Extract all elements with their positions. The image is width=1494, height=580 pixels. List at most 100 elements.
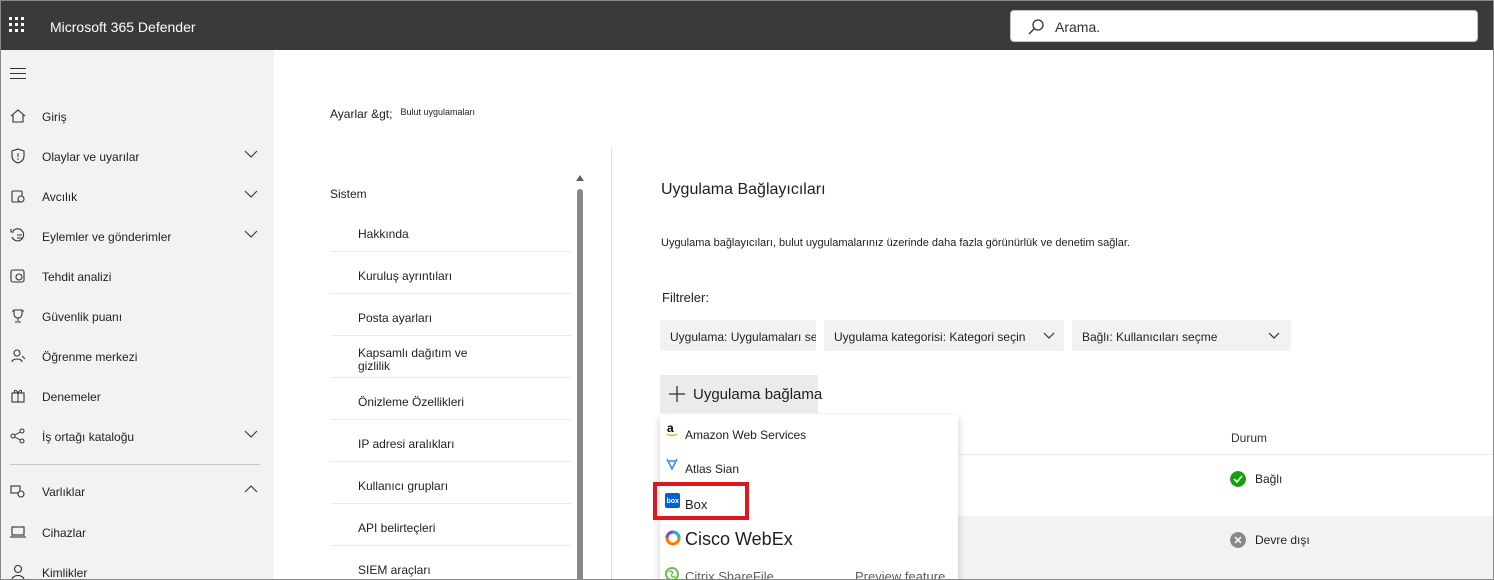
sidebar: Giriş Olaylar ve uyarılar Avcılık Eyleml… <box>1 50 274 580</box>
chevron-down-icon[interactable] <box>244 427 258 441</box>
breadcrumb: Ayarlar &gt; Bulut uygulamaları <box>330 107 475 121</box>
sidebar-item-identities[interactable]: Kimlikler <box>1 555 274 580</box>
svg-text:a: a <box>667 422 674 435</box>
plus-icon <box>669 386 685 402</box>
sidebar-divider <box>10 464 260 465</box>
chevron-down-icon <box>1268 332 1280 339</box>
filter-label: Uygulama kategorisi: Kategori seçin <box>834 330 1026 344</box>
filter-app[interactable]: Uygulama: Uygulamaları seçme <box>660 320 816 351</box>
sidebar-item-home[interactable]: Giriş <box>1 99 274 135</box>
settings-section-title: Sistem <box>330 187 367 201</box>
sidebar-item-actions[interactable]: Eylemler ve gönderimler <box>1 219 274 255</box>
sidebar-item-label: Olaylar ve uyarılar <box>42 150 140 164</box>
search-icon <box>1028 19 1044 35</box>
settings-nav-item[interactable]: Hakkında <box>330 210 572 252</box>
menu-item-label: Citrix ShareFile <box>685 569 774 580</box>
sidebar-item-incidents[interactable]: Olaylar ve uyarılar <box>1 139 274 175</box>
search-placeholder: Arama. <box>1055 19 1101 35</box>
chevron-up-icon[interactable] <box>244 482 258 496</box>
breadcrumb-current: Bulut uygulamaları <box>400 107 476 117</box>
sidebar-item-label: Denemeler <box>42 390 101 404</box>
check-circle-icon <box>1230 471 1246 487</box>
breadcrumb-root[interactable]: Ayarlar &gt; <box>330 107 392 121</box>
assets-icon <box>10 485 25 498</box>
sharefile-icon <box>665 567 679 579</box>
sidebar-item-label: Varlıklar <box>42 485 86 499</box>
settings-nav-item[interactable]: Önizleme Özellikleri <box>330 378 572 420</box>
preview-badge: Preview feature <box>855 569 946 580</box>
filter-connected[interactable]: Bağlı: Kullanıcıları seçme <box>1072 320 1291 351</box>
settings-nav-item[interactable]: Kapsamlı dağıtım ve gizlilik <box>330 336 572 378</box>
settings-nav-item[interactable]: IP adresi aralıkları <box>330 420 572 462</box>
settings-nav-item[interactable]: API belirteçleri <box>330 504 572 546</box>
shield-icon <box>11 148 25 164</box>
column-header-status[interactable]: Durum <box>1231 431 1267 445</box>
disabled-circle-icon <box>1230 532 1246 548</box>
top-bar: Microsoft 365 Defender Arama. <box>1 1 1493 50</box>
sidebar-item-label: Güvenlik puanı <box>42 310 123 324</box>
sidebar-item-partner-catalog[interactable]: İş ortağı kataloğu <box>1 419 274 455</box>
actions-icon <box>10 228 25 242</box>
scrollbar-thumb[interactable] <box>577 189 583 579</box>
menu-item-label: Cisco WebEx <box>685 529 793 549</box>
filter-label: Uygulama: Uygulamaları seçme <box>670 330 816 344</box>
sidebar-item-label: Kimlikler <box>42 566 88 580</box>
chevron-down-icon <box>1043 332 1055 339</box>
hunting-icon <box>11 190 25 203</box>
menu-item-atlassian[interactable]: Atlas Sian <box>660 451 958 485</box>
table-row-selected[interactable] <box>958 516 1493 579</box>
search-input[interactable]: Arama. <box>1010 10 1478 42</box>
chevron-down-icon[interactable] <box>244 227 258 241</box>
sidebar-item-label: İş ortağı kataloğu <box>42 430 135 444</box>
status-text: Bağlı <box>1255 472 1283 486</box>
app-frame: Microsoft 365 Defender Arama. Giriş Olay… <box>0 0 1494 580</box>
trials-icon <box>11 389 25 403</box>
scroll-up-arrow[interactable] <box>576 175 584 181</box>
menu-item-webex[interactable]: Cisco WebEx <box>660 523 958 557</box>
home-icon <box>10 109 26 123</box>
sidebar-item-trials[interactable]: Denemeler <box>1 379 274 415</box>
sidebar-item-assets[interactable]: Varlıklar <box>1 474 274 510</box>
sidebar-item-label: Giriş <box>42 110 67 124</box>
device-icon <box>10 526 26 538</box>
sidebar-item-label: Eylemler ve gönderimler <box>42 230 172 244</box>
menu-item-sharefile[interactable]: Citrix ShareFile Preview feature <box>660 561 958 580</box>
app-launcher-icon[interactable] <box>9 17 25 33</box>
learning-icon <box>11 349 26 363</box>
sidebar-item-label: Öğrenme merkezi <box>42 350 138 364</box>
app-title: Microsoft 365 Defender <box>50 19 196 35</box>
menu-item-amazon[interactable]: a Amazon Web Services <box>660 417 958 451</box>
threat-analytics-icon <box>10 269 25 283</box>
chevron-down-icon[interactable] <box>244 187 258 201</box>
partner-catalog-icon <box>10 428 25 444</box>
connect-app-button[interactable]: Uygulama bağlama <box>660 375 822 413</box>
sidebar-item-label: Cihazlar <box>42 526 87 540</box>
sidebar-item-threat-analytics[interactable]: Tehdit analizi <box>1 259 274 295</box>
trophy-icon <box>12 309 24 323</box>
page-description: Uygulama bağlayıcıları, bulut uygulamala… <box>661 237 1130 249</box>
sidebar-item-label: Avcılık <box>42 190 78 204</box>
settings-nav-item[interactable]: Kuruluş ayrıntıları <box>330 252 572 294</box>
sidebar-item-secure-score[interactable]: Güvenlik puanı <box>1 299 274 335</box>
menu-item-label: Amazon Web Services <box>685 428 807 442</box>
filter-label: Bağlı: Kullanıcıları seçme <box>1082 330 1218 344</box>
page-title: Uygulama Bağlayıcıları <box>661 181 826 198</box>
atlassian-icon <box>666 458 678 471</box>
settings-nav-item[interactable]: Posta ayarları <box>330 294 572 336</box>
menu-item-label: Atlas Sian <box>685 462 740 476</box>
settings-nav-item[interactable]: SIEM araçları <box>330 546 572 579</box>
settings-nav-item[interactable]: Kullanıcı grupları <box>330 462 572 504</box>
table-row-divider <box>958 454 1493 455</box>
sidebar-item-label: Tehdit analizi <box>42 270 112 284</box>
panel-divider <box>611 147 612 579</box>
chevron-down-icon[interactable] <box>244 147 258 161</box>
status-text: Devre dışı <box>1255 533 1310 547</box>
amazon-icon: a <box>666 422 678 436</box>
menu-toggle-icon[interactable] <box>10 68 26 80</box>
sidebar-item-devices[interactable]: Cihazlar <box>1 515 274 551</box>
sidebar-item-learning-hub[interactable]: Öğrenme merkezi <box>1 339 274 375</box>
sidebar-item-hunting[interactable]: Avcılık <box>1 179 274 215</box>
filter-app-category[interactable]: Uygulama kategorisi: Kategori seçin <box>824 320 1064 351</box>
identity-icon <box>11 564 25 579</box>
connect-app-label: Uygulama bağlama <box>693 386 823 403</box>
